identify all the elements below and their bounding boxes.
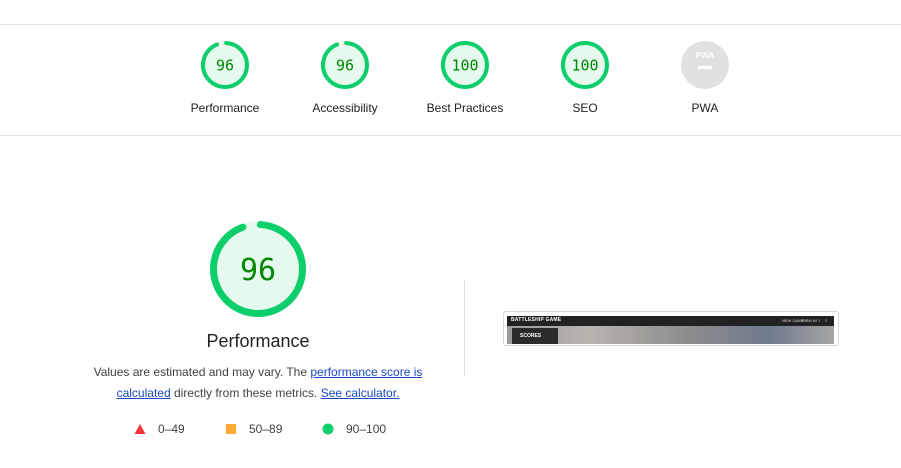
gauge-best-practices[interactable]: 100 Best Practices [415,39,515,115]
gauge-label: PWA [691,101,719,115]
screenshot-app-header: BATTLESHIP GAME NEW GAME ? SIGN IN ? ≡ [507,316,834,326]
legend-pass-range: 90–100 [346,422,387,436]
gauges-divider [0,135,901,136]
gauge-score-value: 96 [240,253,276,288]
gauge-score-value: 100 [571,56,598,74]
gauge-score-value: 100 [451,56,478,74]
gauge-pwa[interactable]: PWA PWA [655,39,755,115]
desc-text-1: Values are estimated and may vary. The [93,365,311,379]
average-square-icon [226,424,236,434]
legend-fail: 0–49 [134,422,185,436]
performance-title: Performance [206,331,310,351]
fail-triangle-icon [134,424,146,434]
gauge-accessibility[interactable]: 96 Accessibility [295,39,395,115]
screenshot-brand: BATTLESHIP GAME [511,317,562,323]
performance-score-gauge: 96 [207,218,309,320]
gauge-ring: 96 [321,41,369,89]
pwa-badge-background [681,41,729,89]
final-screenshot-thumbnail[interactable]: BATTLESHIP GAME NEW GAME ? SIGN IN ? ≡ S… [503,311,839,346]
screenshot-scores-label: SCORES [520,333,542,339]
legend-average: 50–89 [225,422,282,436]
gauge-ring: 96 [201,41,249,89]
score-legend: 0–49 50–89 90–100 [0,422,520,442]
gauge-seo[interactable]: 100 SEO [535,39,635,115]
gauge-performance[interactable]: 96 Performance [175,39,275,115]
gauge-label: Best Practices [426,101,504,115]
gauge-ring: PWA [681,41,729,89]
legend-fail-range: 0–49 [158,422,185,436]
pass-circle-icon [322,423,334,435]
gauge-ring: 100 [441,41,489,89]
gauge-label: Accessibility [312,101,378,115]
desc-text-2: directly from these metrics. [170,386,321,400]
lighthouse-report: 96 Performance 96 Accessibility 100 Best Pr… [0,0,901,468]
screenshot-nav-sign-in: SIGN IN ? [802,318,821,323]
score-description: Values are estimated and may vary. The p… [78,362,438,404]
gauge-score-value: 96 [336,56,354,74]
legend-pass: 90–100 [322,422,386,436]
score-gauges-bar: 96 Performance 96 Accessibility 100 Best Pr… [0,25,901,135]
gauge-score-value: 96 [216,56,234,74]
pwa-dash-icon [698,66,712,69]
big-gauge-ring: 96 [210,221,306,317]
gauge-label: Performance [190,101,260,115]
pwa-badge-text: PWA [696,51,714,60]
screenshot-menu-icon: ≡ [825,318,828,323]
screenshot-body: SCORES [507,326,834,344]
screenshot-scores-panel: SCORES [512,328,558,344]
gauge-ring: 100 [561,41,609,89]
see-calculator-link[interactable]: See calculator. [321,386,400,400]
gauge-label: SEO [572,101,598,115]
legend-average-range: 50–89 [249,422,283,436]
vertical-divider [464,280,465,376]
